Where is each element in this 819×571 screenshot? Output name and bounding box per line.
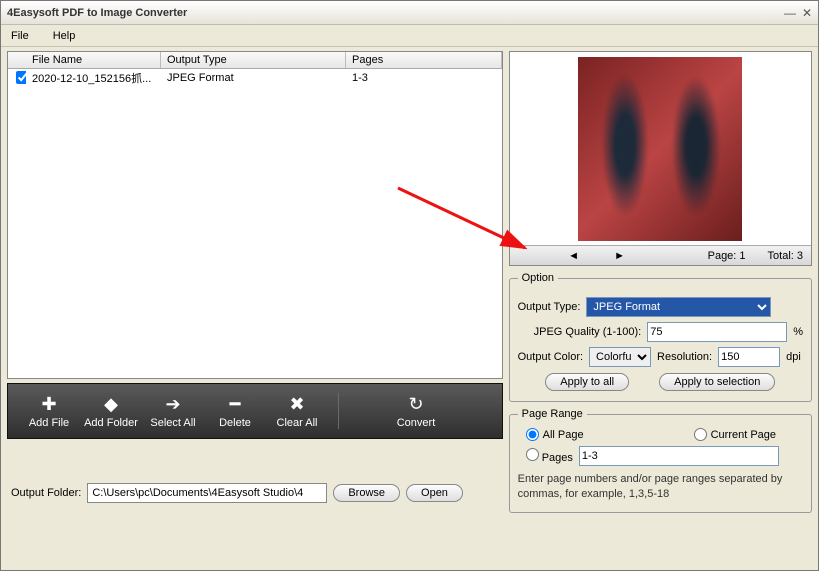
- cell-pages: 1-3: [346, 71, 502, 85]
- add-folder-button[interactable]: ◆ Add Folder: [80, 393, 142, 429]
- next-page-button[interactable]: ►: [606, 250, 634, 262]
- add-file-button[interactable]: ✚ Add File: [18, 393, 80, 429]
- page-range-hint: Enter page numbers and/or page ranges se…: [518, 472, 803, 502]
- output-folder-label: Output Folder:: [11, 487, 81, 499]
- x-icon: ✖: [286, 393, 308, 415]
- jpeg-quality-label: JPEG Quality (1-100):: [534, 326, 642, 338]
- minus-icon: ━: [224, 393, 246, 415]
- preview-panel: ◄ ► Page: 1 Total: 3: [509, 51, 812, 266]
- row-checkbox[interactable]: [16, 71, 26, 84]
- convert-button[interactable]: ↻ Convert: [338, 393, 478, 429]
- file-table: File Name Output Type Pages 2020-12-10_1…: [7, 51, 503, 379]
- clear-all-button[interactable]: ✖ Clear All: [266, 393, 328, 429]
- close-button[interactable]: ✕: [802, 6, 812, 20]
- refresh-icon: ↻: [405, 393, 427, 415]
- page-range-group: Page Range All Page Current Page Pages: [509, 408, 812, 513]
- minimize-button[interactable]: —: [784, 6, 796, 20]
- resolution-label: Resolution:: [657, 351, 712, 363]
- resolution-input[interactable]: [718, 347, 780, 367]
- open-button[interactable]: Open: [406, 484, 463, 502]
- browse-button[interactable]: Browse: [333, 484, 400, 502]
- cell-outtype: JPEG Format: [161, 71, 346, 85]
- apply-to-selection-button[interactable]: Apply to selection: [659, 373, 775, 391]
- preview-image: [578, 57, 742, 241]
- total-indicator: Total: 3: [768, 250, 803, 262]
- table-row[interactable]: 2020-12-10_152156抓... JPEG Format 1-3: [8, 69, 502, 87]
- window-title: 4Easysoft PDF to Image Converter: [7, 7, 784, 19]
- menu-file[interactable]: File: [11, 30, 29, 42]
- output-type-label: Output Type:: [518, 301, 581, 313]
- prev-page-button[interactable]: ◄: [560, 250, 588, 262]
- menubar: File Help: [1, 25, 818, 47]
- col-header-filename[interactable]: File Name: [26, 52, 161, 68]
- toolbar: ✚ Add File ◆ Add Folder ➔ Select All ━ D…: [7, 383, 503, 439]
- col-header-outtype[interactable]: Output Type: [161, 52, 346, 68]
- output-type-select[interactable]: JPEG Format: [586, 297, 771, 317]
- folder-icon: ◆: [100, 393, 122, 415]
- output-color-select[interactable]: Colorful: [589, 347, 651, 367]
- all-page-radio[interactable]: [526, 428, 539, 441]
- pages-radio[interactable]: [526, 448, 539, 461]
- output-color-label: Output Color:: [518, 351, 583, 363]
- jpeg-quality-input[interactable]: [647, 322, 787, 342]
- select-all-button[interactable]: ➔ Select All: [142, 393, 204, 429]
- titlebar: 4Easysoft PDF to Image Converter — ✕: [1, 1, 818, 25]
- delete-button[interactable]: ━ Delete: [204, 393, 266, 429]
- option-group: Option Output Type: JPEG Format JPEG Qua…: [509, 272, 812, 402]
- pages-input[interactable]: [579, 446, 779, 466]
- arrow-right-icon: ➔: [162, 393, 184, 415]
- menu-help[interactable]: Help: [53, 30, 76, 42]
- col-header-pages[interactable]: Pages: [346, 52, 502, 68]
- apply-to-all-button[interactable]: Apply to all: [545, 373, 629, 391]
- page-indicator: Page: 1: [708, 250, 746, 262]
- current-page-radio[interactable]: [694, 428, 707, 441]
- output-folder-input[interactable]: [87, 483, 327, 503]
- plus-icon: ✚: [38, 393, 60, 415]
- cell-filename: 2020-12-10_152156抓...: [26, 69, 161, 87]
